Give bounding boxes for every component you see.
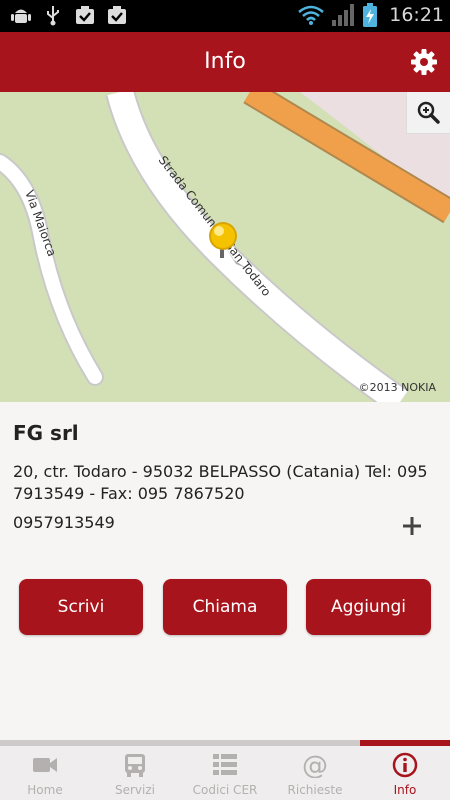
- download-done-icon: [76, 6, 94, 24]
- address-text: 20, ctr. Todaro - 95032 BELPASSO (Catani…: [13, 462, 428, 503]
- zoom-in-icon: [417, 101, 440, 124]
- status-bar: 16:21: [0, 0, 450, 32]
- add-button[interactable]: Aggiungi: [306, 579, 431, 635]
- truck-icon: [125, 754, 145, 777]
- gear-icon[interactable]: [410, 48, 438, 76]
- download-done-icon: [108, 6, 126, 24]
- map-copyright: ©2013 NOKIA: [358, 381, 436, 394]
- tab-info-label: Info: [393, 783, 417, 797]
- tab-richieste-label: Richieste: [287, 783, 343, 797]
- write-button[interactable]: Scrivi: [19, 579, 143, 635]
- list-icon: [213, 754, 237, 775]
- page-title: Info: [204, 49, 246, 74]
- app-bar: Info: [0, 32, 450, 92]
- usb-icon: [47, 6, 59, 26]
- info-icon: [392, 752, 418, 778]
- tab-servizi-label: Servizi: [114, 783, 155, 797]
- tab-codici-cer-label: Codici CER: [192, 783, 258, 797]
- tab-info[interactable]: Info: [360, 746, 450, 800]
- wifi-icon: [298, 5, 325, 25]
- company-name: FG srl: [13, 421, 79, 445]
- phone-number[interactable]: 0957913549: [13, 513, 115, 532]
- zoom-in-button[interactable]: [406, 92, 450, 134]
- bottom-tab-bar: Home Servizi Codici CER @ Richieste Info: [0, 740, 450, 800]
- at-icon: @: [302, 752, 328, 778]
- video-camera-icon: [33, 758, 57, 772]
- map-canvas: Strada Comunale San Todaro Via Maiorca: [0, 92, 450, 402]
- map-view[interactable]: Strada Comunale San Todaro Via Maiorca ©…: [0, 92, 450, 402]
- tab-home-label: Home: [27, 783, 63, 797]
- svg-text:@: @: [302, 752, 328, 778]
- call-button[interactable]: Chiama: [163, 579, 287, 635]
- tab-codici-cer[interactable]: Codici CER: [180, 746, 270, 800]
- plus-icon[interactable]: [398, 512, 426, 540]
- tab-home[interactable]: Home: [0, 746, 90, 800]
- tab-servizi[interactable]: Servizi: [90, 746, 180, 800]
- signal-icon: [332, 4, 355, 26]
- tab-richieste[interactable]: @ Richieste: [270, 746, 360, 800]
- clock: 16:21: [389, 4, 444, 26]
- android-debug-icon: [11, 9, 31, 23]
- battery-charging-icon: [363, 3, 378, 27]
